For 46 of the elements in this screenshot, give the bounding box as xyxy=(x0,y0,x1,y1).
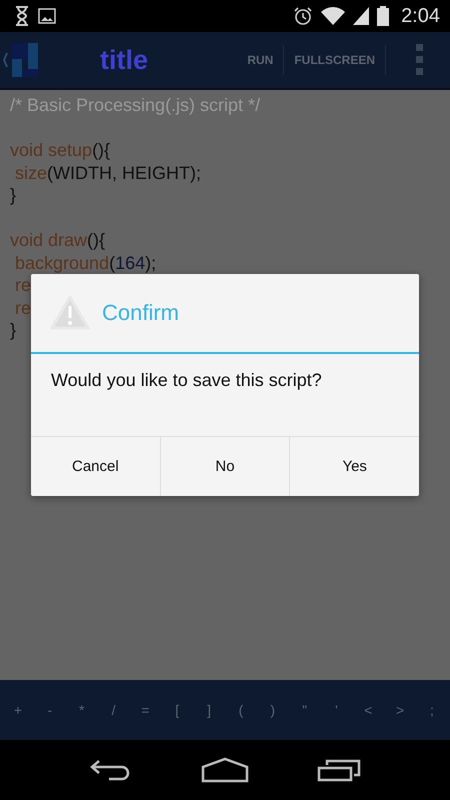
code-text: } xyxy=(10,320,16,340)
symbol-key[interactable]: " xyxy=(292,702,318,718)
code-keyword: background xyxy=(14,252,110,272)
dialog-title: Confirm xyxy=(102,300,180,326)
symbol-key[interactable]: ; xyxy=(418,702,445,718)
symbol-key[interactable]: = xyxy=(132,702,158,718)
code-text: (WIDTH, HEIGHT); xyxy=(47,162,201,182)
symbol-key[interactable]: ) xyxy=(260,702,286,718)
hourglass-icon xyxy=(14,5,30,27)
action-button[interactable]: RUN xyxy=(237,31,284,89)
recent-apps-icon[interactable] xyxy=(317,758,361,782)
symbol-key[interactable]: < xyxy=(355,702,382,718)
code-keyword: void draw xyxy=(10,230,88,250)
code-keyword: re xyxy=(14,275,32,295)
symbol-key[interactable]: + xyxy=(5,702,31,718)
home-icon[interactable] xyxy=(201,757,249,783)
warning-icon xyxy=(50,295,90,331)
app-title: title xyxy=(100,44,148,76)
symbol-key[interactable]: > xyxy=(387,702,414,718)
dialog-button[interactable]: Yes xyxy=(289,437,420,496)
symbol-key[interactable]: ' xyxy=(323,702,350,718)
code-keyword: re xyxy=(14,298,32,318)
code-keyword: size xyxy=(14,162,48,182)
wifi-icon xyxy=(321,7,346,25)
code-text: (){ xyxy=(92,140,110,160)
clock-time: 2:04 xyxy=(401,4,440,28)
dialog-button[interactable]: No xyxy=(160,437,290,496)
symbol-key[interactable]: [ xyxy=(164,702,190,718)
code-text: ( xyxy=(109,252,116,272)
dialog-button[interactable]: Cancel xyxy=(31,437,160,496)
code-text: } xyxy=(10,185,16,205)
symbol-key[interactable]: / xyxy=(100,702,127,718)
dialog-message: Would you like to save this script? xyxy=(50,369,323,392)
symbol-key[interactable]: - xyxy=(36,702,63,718)
signal-icon xyxy=(353,7,370,25)
symbol-key[interactable]: * xyxy=(68,702,95,718)
symbol-key[interactable]: ( xyxy=(228,702,254,718)
battery-icon xyxy=(377,6,390,26)
action-button[interactable]: FULLSCREEN xyxy=(284,31,385,89)
code-text: (){ xyxy=(87,230,106,250)
code-number: 164 xyxy=(115,252,146,272)
alarm-icon xyxy=(293,6,314,26)
symbol-key[interactable]: ] xyxy=(196,702,222,718)
image-icon xyxy=(38,8,56,24)
code-keyword: void setup xyxy=(10,140,92,160)
code-text: ); xyxy=(145,252,156,272)
